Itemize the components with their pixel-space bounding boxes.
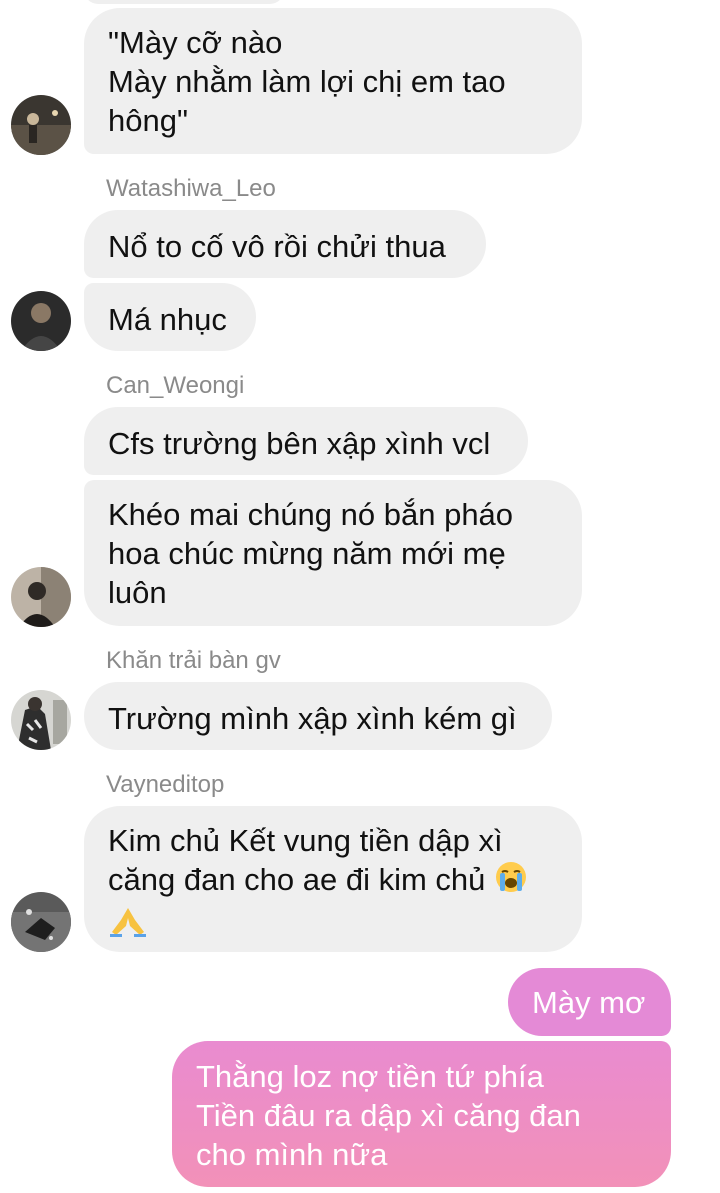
message-line: Mày nhằm làm lợi chị em tao — [108, 64, 506, 99]
outgoing-message-bubble[interactable]: Thằng loz nợ tiền tứ phía Tiền đâu ra dậ… — [172, 1041, 671, 1187]
message-bubble[interactable]: Kim chủ Kết vung tiền dập xì căng đan ch… — [84, 806, 582, 952]
message-line: căng đan cho ae đi kim chủ — [108, 860, 558, 903]
avatar[interactable] — [11, 690, 71, 750]
message-line: "Mày cỡ nào — [108, 25, 283, 60]
sender-name: Watashiwa_Leo — [106, 175, 276, 202]
avatar[interactable] — [11, 291, 71, 351]
avatar[interactable] — [11, 567, 71, 627]
message-text: Cfs trường bên xập xình vcl — [108, 426, 491, 461]
message-line: luôn — [108, 575, 167, 610]
message-line — [108, 903, 558, 946]
message-line: Kim chủ Kết vung tiền dập xì — [108, 823, 503, 858]
message-text: Nổ to cố vô rồi chửi thua — [108, 229, 446, 264]
message-line: Thằng loz nợ tiền tứ phía — [196, 1059, 544, 1094]
message-line: hoa chúc mừng năm mới mẹ — [108, 536, 506, 571]
message-text: Mày mơ — [532, 985, 646, 1020]
loudly-crying-face-icon — [494, 860, 528, 903]
sender-name: Vayneditop — [106, 771, 225, 798]
message-bubble[interactable]: Trường mình xập xình kém gì — [84, 682, 552, 750]
avatar[interactable] — [11, 892, 71, 952]
outgoing-message-bubble[interactable]: Mày mơ — [508, 968, 671, 1036]
message-line: hông" — [108, 103, 188, 138]
sender-name: Can_Weongi — [106, 372, 245, 399]
message-bubble[interactable]: Má nhục — [84, 283, 256, 351]
message-text: căng đan cho ae đi kim chủ — [108, 862, 486, 897]
avatar[interactable] — [11, 95, 71, 155]
message-text: Trường mình xập xình kém gì — [108, 701, 517, 736]
message-line: Khéo mai chúng nó bắn pháo — [108, 497, 514, 532]
folded-hands-icon — [108, 904, 148, 947]
message-bubble[interactable]: Nổ to cố vô rồi chửi thua — [84, 210, 486, 278]
message-line: cho mình nữa — [196, 1137, 388, 1172]
previous-message-bubble — [84, 0, 284, 4]
message-bubble[interactable]: Cfs trường bên xập xình vcl — [84, 407, 528, 475]
sender-name: Khăn trải bàn gv — [106, 647, 281, 674]
message-line: Tiền đâu ra dập xì căng đan — [196, 1098, 581, 1133]
message-bubble[interactable]: "Mày cỡ nào Mày nhằm làm lợi chị em tao … — [84, 8, 582, 154]
message-bubble[interactable]: Khéo mai chúng nó bắn pháo hoa chúc mừng… — [84, 480, 582, 626]
message-text: Má nhục — [108, 302, 227, 337]
